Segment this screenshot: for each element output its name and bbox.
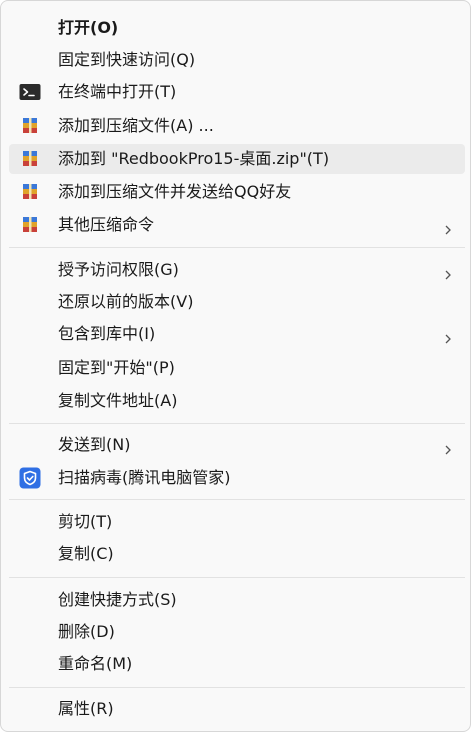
menu-item-label: 添加到压缩文件并发送给QQ好友 (58, 182, 292, 201)
menu-item-label: 固定到快速访问(Q) (58, 50, 196, 69)
chevron-right-icon (443, 440, 453, 455)
menu-item-properties[interactable]: 属性(R) (9, 694, 465, 724)
menu-item-cut[interactable]: 剪切(T) (9, 507, 465, 537)
winrar-icon (19, 214, 41, 236)
menu-item-add-to-archive[interactable]: 添加到压缩文件(A) ... (9, 111, 465, 141)
menu-item-label: 打开(O) (58, 18, 119, 37)
menu-separator (9, 499, 465, 500)
menu-item-include-in-library[interactable]: 包含到库中(I) (9, 319, 465, 349)
menu-item-pin-quick-access[interactable]: 固定到快速访问(Q) (9, 45, 465, 75)
menu-item-copy-path[interactable]: 复制文件地址(A) (9, 386, 465, 416)
menu-item-label: 其他压缩命令 (58, 215, 155, 234)
menu-item-label: 创建快捷方式(S) (58, 590, 177, 609)
menu-item-grant-access[interactable]: 授予访问权限(G) (9, 255, 465, 285)
menu-item-rename[interactable]: 重命名(M) (9, 649, 465, 679)
chevron-right-icon (443, 329, 453, 344)
menu-item-copy[interactable]: 复制(C) (9, 539, 465, 569)
menu-item-send-to[interactable]: 发送到(N) (9, 430, 465, 460)
chevron-right-icon (443, 265, 453, 280)
menu-item-label: 扫描病毒(腾讯电脑管家) (58, 468, 231, 487)
menu-item-label: 授予访问权限(G) (58, 260, 179, 279)
menu-item-label: 包含到库中(I) (58, 324, 156, 343)
menu-separator (9, 577, 465, 578)
menu-item-label: 添加到 "RedbookPro15-桌面.zip"(T) (58, 149, 330, 168)
menu-item-open[interactable]: 打开(O) (9, 13, 465, 43)
menu-item-label: 删除(D) (58, 622, 115, 641)
menu-item-label: 固定到"开始"(P) (58, 358, 175, 377)
menu-item-add-and-send-qq[interactable]: 添加到压缩文件并发送给QQ好友 (9, 177, 465, 207)
context-menu: 打开(O) 固定到快速访问(Q) 在终端中打开(T) 添加到压缩文件(A) ..… (0, 0, 471, 732)
menu-item-label: 还原以前的版本(V) (58, 292, 194, 311)
menu-item-label: 复制文件地址(A) (58, 391, 178, 410)
menu-item-open-in-terminal[interactable]: 在终端中打开(T) (9, 77, 465, 107)
chevron-right-icon (443, 220, 453, 235)
menu-item-pin-to-start[interactable]: 固定到"开始"(P) (9, 353, 465, 383)
shield-icon (19, 467, 41, 489)
menu-item-label: 重命名(M) (58, 654, 133, 673)
menu-item-label: 添加到压缩文件(A) ... (58, 116, 214, 135)
menu-item-add-to-zip[interactable]: 添加到 "RedbookPro15-桌面.zip"(T) (9, 144, 465, 174)
terminal-icon (19, 81, 41, 103)
menu-item-restore-versions[interactable]: 还原以前的版本(V) (9, 287, 465, 317)
winrar-icon (19, 181, 41, 203)
menu-separator (9, 247, 465, 248)
menu-item-delete[interactable]: 删除(D) (9, 617, 465, 647)
menu-item-label: 剪切(T) (58, 512, 113, 531)
winrar-icon (19, 148, 41, 170)
menu-item-label: 属性(R) (58, 699, 114, 718)
winrar-icon (19, 115, 41, 137)
menu-separator (9, 687, 465, 688)
menu-item-label: 复制(C) (58, 544, 114, 563)
menu-item-other-compression[interactable]: 其他压缩命令 (9, 210, 465, 240)
menu-item-label: 在终端中打开(T) (58, 82, 177, 101)
menu-item-create-shortcut[interactable]: 创建快捷方式(S) (9, 585, 465, 615)
menu-item-scan-virus[interactable]: 扫描病毒(腾讯电脑管家) (9, 463, 465, 493)
menu-item-label: 发送到(N) (58, 435, 131, 454)
menu-separator (9, 423, 465, 424)
